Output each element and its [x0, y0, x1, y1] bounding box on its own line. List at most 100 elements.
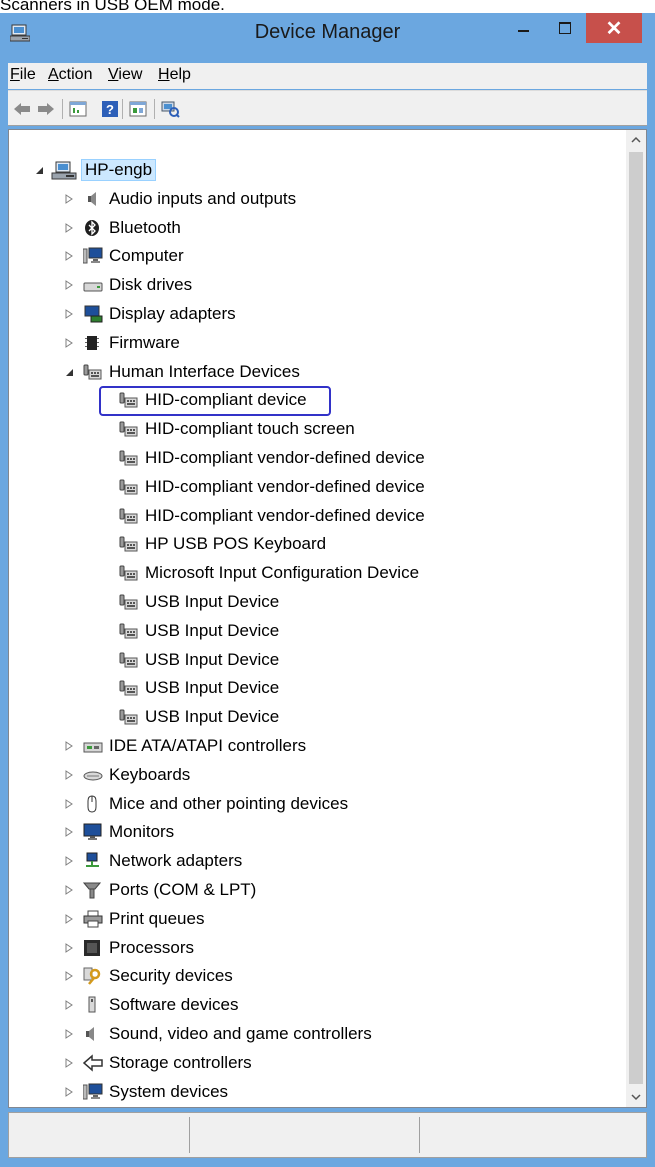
tree-item-label: Microsoft Input Configuration Device: [145, 563, 420, 583]
properties-icon[interactable]: [68, 99, 88, 119]
collapse-arrow-icon[interactable]: [33, 163, 45, 177]
expand-arrow-icon[interactable]: [63, 825, 75, 839]
bluetooth-icon: [83, 219, 101, 237]
hid-icon: [119, 651, 138, 669]
tree-item-label: Software devices: [109, 995, 239, 1015]
tree-item-label: Bluetooth: [109, 217, 181, 237]
tree-item-label: HID-compliant touch screen: [145, 419, 355, 439]
printer-icon: [83, 910, 103, 928]
scroll-up-button[interactable]: [626, 130, 646, 150]
scan-hardware-icon[interactable]: [160, 99, 180, 119]
tree-item-label: Network adapters: [109, 851, 243, 871]
menu-help-accelerator: H: [158, 66, 170, 83]
status-divider: [419, 1117, 420, 1153]
hid-icon: [119, 478, 138, 496]
expand-arrow-icon[interactable]: [63, 1027, 75, 1041]
expand-arrow-icon[interactable]: [63, 1085, 75, 1099]
maximize-icon: [559, 22, 571, 34]
tree-item-label: Human Interface Devices: [109, 361, 300, 381]
computer-root-icon: [51, 161, 77, 180]
hid-icon: [119, 593, 138, 611]
scroll-thumb[interactable]: [629, 152, 643, 1084]
expand-arrow-icon[interactable]: [63, 278, 75, 292]
tree-item-label: Display adapters: [109, 304, 236, 323]
tree-item-label: IDE ATA/ATAPI controllers: [109, 736, 307, 755]
tree-item-label: Audio inputs and outputs: [109, 188, 297, 208]
hid-icon: [119, 679, 138, 697]
menu-help[interactable]: Help: [158, 66, 191, 84]
expand-arrow-icon[interactable]: [63, 969, 75, 983]
expand-arrow-icon[interactable]: [63, 998, 75, 1012]
status-bar: [8, 1112, 647, 1158]
tree-item-label: Disk drives: [109, 275, 193, 295]
toolbar-separator: [122, 99, 123, 119]
port-icon: [82, 881, 102, 899]
collapse-arrow-icon[interactable]: [63, 365, 75, 379]
tree-item-label: Firmware: [109, 332, 180, 352]
expand-arrow-icon[interactable]: [63, 912, 75, 926]
sound-controller-icon: [83, 1025, 101, 1043]
menu-action[interactable]: Action: [48, 66, 92, 84]
vertical-scrollbar[interactable]: [626, 130, 646, 1107]
menu-file-label: ile: [19, 66, 36, 83]
keyboard-icon: [83, 766, 103, 784]
tree-item-label: USB Input Device: [145, 620, 280, 640]
forward-arrow-icon[interactable]: [36, 99, 56, 119]
expand-arrow-icon[interactable]: [63, 249, 75, 263]
expand-arrow-icon[interactable]: [63, 941, 75, 955]
hid-icon: [119, 708, 138, 726]
close-icon: ✕: [605, 18, 623, 40]
back-arrow-icon[interactable]: [12, 99, 32, 119]
tree-item-label: USB Input Device: [145, 592, 280, 611]
chevron-up-icon: [631, 136, 641, 143]
menu-view[interactable]: View: [108, 66, 142, 84]
storage-controller-icon: [82, 1054, 103, 1072]
device-tree[interactable]: HP-engb Audio inputs and outputs Bluetooth…: [8, 129, 647, 1108]
tree-item-label: Print queues: [109, 908, 205, 928]
title-bar[interactable]: Device Manager ✕: [0, 13, 655, 53]
tree-item-label: Security devices: [109, 966, 233, 986]
firmware-icon: [83, 334, 101, 352]
maximize-button[interactable]: [547, 13, 583, 43]
menu-bar: File Action View Help: [8, 63, 647, 89]
expand-arrow-icon[interactable]: [63, 221, 75, 235]
tree-item-label: System devices: [109, 1081, 229, 1101]
hid-icon: [83, 363, 102, 381]
expand-arrow-icon[interactable]: [63, 854, 75, 868]
expand-arrow-icon[interactable]: [63, 192, 75, 206]
expand-arrow-icon[interactable]: [63, 1056, 75, 1070]
menu-action-accelerator: A: [48, 66, 59, 83]
page-caption: Scanners in USB OEM mode.: [0, 0, 225, 14]
hid-icon: [119, 622, 138, 640]
tree-item-label: Sound, video and game controllers: [109, 1024, 372, 1043]
tree-item-label: HID-compliant vendor-defined device: [145, 448, 425, 467]
scroll-down-button[interactable]: [626, 1087, 646, 1107]
expand-arrow-icon[interactable]: [63, 336, 75, 350]
expand-arrow-icon[interactable]: [63, 739, 75, 753]
help-icon[interactable]: ?: [100, 99, 120, 119]
expand-arrow-icon[interactable]: [63, 883, 75, 897]
computer-icon: [82, 247, 103, 265]
device-manager-window: Device Manager ✕ File Action View Help ? H P…: [0, 13, 655, 1167]
menu-view-label: iew: [118, 66, 143, 83]
expand-arrow-icon[interactable]: [63, 768, 75, 782]
svg-text:?: ?: [106, 102, 114, 117]
menu-file[interactable]: File: [10, 66, 36, 84]
hid-icon: [119, 507, 138, 525]
toolbar-separator: [62, 99, 63, 119]
view-icon[interactable]: [128, 99, 148, 119]
expand-arrow-icon[interactable]: [63, 797, 75, 811]
tree-item-label: USB Input Device: [145, 678, 280, 698]
tree-item-label: Mice and other pointing devices: [109, 793, 349, 813]
menu-file-accelerator: F: [10, 66, 20, 83]
toolbar-separator: [154, 99, 155, 119]
selection-highlight-outline: [99, 386, 331, 417]
close-button[interactable]: ✕: [586, 13, 642, 43]
expand-arrow-icon[interactable]: [63, 307, 75, 321]
hid-icon: [119, 449, 138, 467]
toolbar: ?: [8, 90, 647, 126]
software-device-icon: [83, 996, 101, 1014]
tree-item-label: Storage controllers: [109, 1052, 252, 1072]
chevron-down-icon: [631, 1094, 641, 1101]
minimize-button[interactable]: [505, 13, 541, 43]
